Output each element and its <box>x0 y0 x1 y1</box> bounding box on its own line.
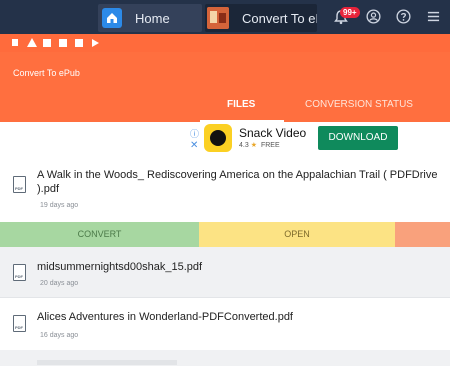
tab-files[interactable]: FILES <box>227 99 255 110</box>
notification-badge: 99+ <box>340 7 360 18</box>
pdf-file-icon <box>13 315 26 332</box>
ad-close-icon[interactable]: ✕ <box>190 140 198 151</box>
help-icon[interactable] <box>396 9 411 24</box>
file-age: 19 days ago <box>40 202 79 209</box>
file-age: 20 days ago <box>40 280 79 287</box>
tab-conversion-status[interactable]: CONVERSION STATUS <box>305 99 413 110</box>
tab-app-label: Convert To ePub <box>242 11 317 26</box>
app-title: Convert To ePub <box>13 68 80 78</box>
file-name: Alices Adventures in Wonderland-PDFConve… <box>37 311 293 323</box>
ad-info-icon[interactable]: ⓘ <box>190 127 199 140</box>
star-icon: ★ <box>250 142 257 149</box>
ad-banner[interactable]: ⓘ ✕ Snack Video 4.3 ★ FREE DOWNLOAD <box>186 124 408 154</box>
list-item[interactable]: midsummernightsd00shak_15.pdf 20 days ag… <box>0 247 450 297</box>
more-actions-button[interactable] <box>395 222 450 247</box>
file-actions-bar: CONVERT OPEN <box>0 222 450 247</box>
status-icon-5 <box>75 39 83 47</box>
ad-app-name: Snack Video <box>239 126 307 140</box>
menu-icon[interactable] <box>427 10 440 23</box>
tab-home-label: Home <box>135 11 170 26</box>
ad-price: FREE <box>260 142 280 149</box>
ad-download-button[interactable]: DOWNLOAD <box>318 126 398 150</box>
home-icon <box>102 8 122 28</box>
app-toolbar: Convert To ePub FILES CONVERSION STATUS <box>0 52 450 122</box>
pdf-file-icon <box>13 264 26 281</box>
play-icon <box>92 39 99 47</box>
emulator-title-bar: Home Convert To ePub 99+ <box>0 0 450 34</box>
tab-home[interactable]: Home <box>98 4 202 32</box>
active-tab-indicator <box>200 120 284 122</box>
file-name: A Walk in the Woods_ Rediscovering Ameri… <box>37 169 438 195</box>
account-icon[interactable] <box>366 9 381 24</box>
file-name-placeholder <box>37 360 177 365</box>
status-icon-4 <box>59 39 67 47</box>
list-item[interactable]: Alices Adventures in Wonderland-PDFConve… <box>0 298 450 350</box>
android-status-bar <box>0 34 450 52</box>
convert-button[interactable]: CONVERT <box>0 222 199 247</box>
list-item-partial[interactable] <box>0 350 450 366</box>
status-icon-1 <box>12 39 18 46</box>
tab-convert-to-epub[interactable]: Convert To ePub <box>205 4 317 32</box>
status-icon-3 <box>43 39 51 47</box>
open-button[interactable]: OPEN <box>199 222 395 247</box>
ad-rating: 4.3 ★ FREE <box>239 141 280 149</box>
app-icon <box>207 7 229 29</box>
file-name: midsummernightsd00shak_15.pdf <box>37 261 203 273</box>
ad-rating-value: 4.3 <box>239 142 249 149</box>
warning-icon <box>27 38 37 47</box>
pdf-file-icon <box>13 176 26 193</box>
file-age: 16 days ago <box>40 332 79 339</box>
list-item[interactable]: A Walk in the Woods_ Rediscovering Ameri… <box>0 158 450 222</box>
snack-video-logo <box>204 124 232 152</box>
